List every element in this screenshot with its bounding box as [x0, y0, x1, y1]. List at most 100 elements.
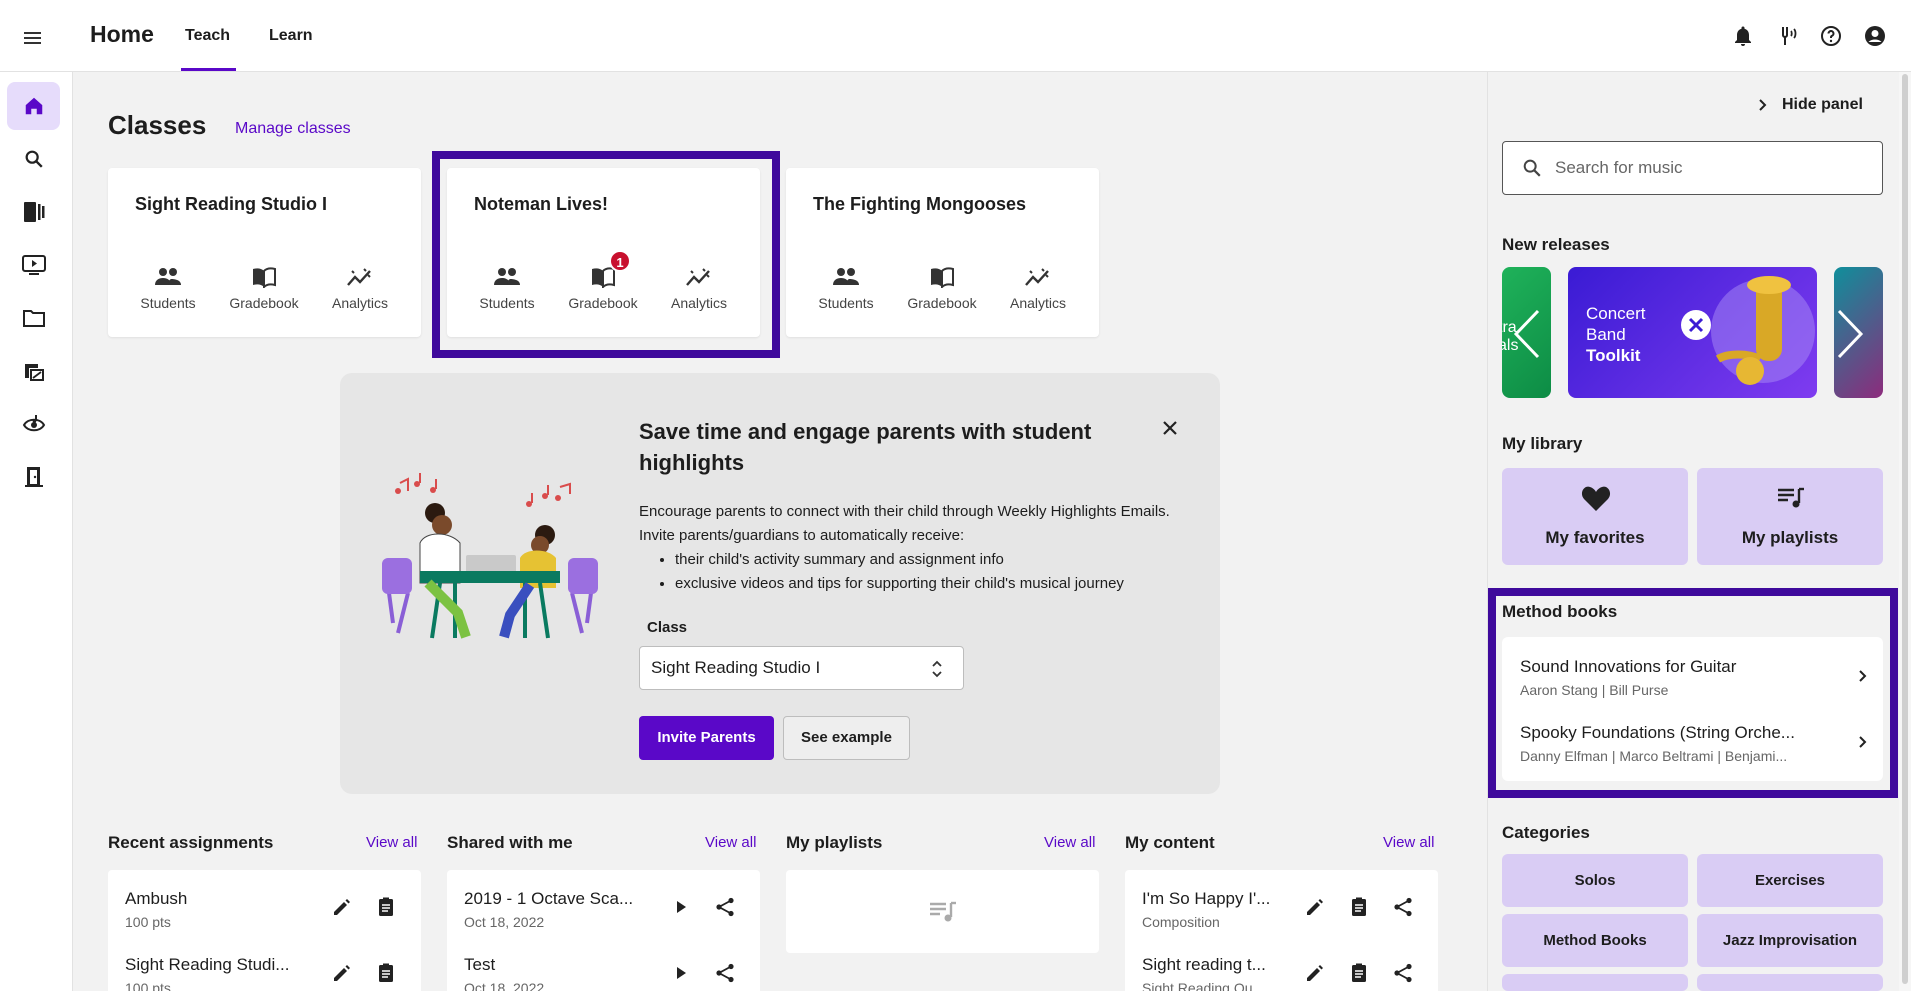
gradebook-icon — [894, 263, 990, 291]
my-playlists-heading: My playlists — [786, 833, 883, 852]
analytics-button[interactable]: Analytics — [312, 263, 408, 311]
list-item: exclusive videos and tips for supporting… — [675, 572, 1199, 596]
highlight-frame — [1488, 588, 1898, 798]
account-icon[interactable] — [1863, 24, 1887, 48]
shared-with-me-list: 2019 - 1 Octave Sca... Oct 18, 2022 Test… — [447, 870, 760, 991]
top-bar: Home Teach Learn — [0, 0, 1911, 72]
hamburger-menu-icon[interactable] — [21, 27, 47, 47]
see-example-button[interactable]: See example — [783, 716, 910, 760]
heart-icon — [1581, 484, 1611, 512]
gradebook-icon — [216, 263, 312, 291]
category-method-books[interactable]: Method Books — [1502, 914, 1688, 967]
category-exercises[interactable]: Exercises — [1697, 854, 1883, 907]
invite-parents-button[interactable]: Invite Parents — [639, 716, 774, 760]
class-card-sight-reading[interactable]: Sight Reading Studio I Students Gradeboo… — [108, 168, 421, 337]
folder-icon — [22, 308, 46, 328]
carousel-next-icon[interactable] — [1835, 308, 1865, 360]
manage-classes-link[interactable]: Manage classes — [235, 120, 351, 138]
rail-folder[interactable] — [7, 294, 60, 342]
help-icon[interactable] — [1819, 24, 1843, 48]
share-icon[interactable] — [1392, 962, 1414, 984]
share-icon[interactable] — [714, 896, 736, 918]
chevron-right-icon — [1758, 98, 1768, 112]
exit-icon — [23, 466, 45, 488]
rail-video[interactable] — [7, 241, 60, 289]
my-favorites-tile[interactable]: My favorites — [1502, 468, 1688, 565]
my-content-heading: My content — [1125, 833, 1215, 852]
search-input[interactable] — [1555, 156, 1855, 180]
tuning-fork-icon[interactable] — [1775, 24, 1799, 48]
clipboard-icon[interactable] — [1348, 962, 1370, 984]
shared-with-me-view-all[interactable]: View all — [705, 834, 756, 851]
panel-scrollbar[interactable] — [1899, 72, 1911, 991]
right-panel: Hide panel New releases stra tials Conce… — [1487, 72, 1911, 991]
left-navigation-rail — [0, 72, 73, 991]
class-select-label: Class — [647, 619, 688, 636]
new-releases-heading: New releases — [1502, 235, 1610, 254]
recent-assignments-view-all[interactable]: View all — [366, 834, 417, 851]
my-playlists-view-all[interactable]: View all — [1044, 834, 1095, 851]
highlight-frame — [432, 151, 780, 358]
tab-teach[interactable]: Teach — [185, 27, 230, 45]
assignment-icon — [22, 360, 46, 382]
carousel-prev-icon[interactable] — [1512, 308, 1542, 360]
scrollbar-thumb[interactable] — [1902, 74, 1908, 984]
library-icon — [22, 201, 46, 223]
class-card-fighting-mongooses[interactable]: The Fighting Mongooses Students Gradeboo… — [786, 168, 1099, 337]
music-search-field[interactable] — [1502, 141, 1883, 195]
rail-assignments[interactable] — [7, 347, 60, 395]
recent-assignments-list: Ambush 100 pts Sight Reading Studi... 10… — [108, 870, 421, 991]
analytics-icon — [990, 263, 1086, 291]
gradebook-button[interactable]: Gradebook — [216, 263, 312, 311]
edit-icon[interactable] — [331, 896, 353, 918]
category-tile-partial[interactable] — [1697, 974, 1883, 991]
my-playlists-tile[interactable]: My playlists — [1697, 468, 1883, 565]
my-content-view-all[interactable]: View all — [1383, 834, 1434, 851]
playlist-icon — [929, 900, 957, 924]
class-select[interactable]: Sight Reading Studio I — [639, 646, 964, 690]
ear-training-icon — [22, 413, 46, 435]
tab-learn[interactable]: Learn — [269, 27, 313, 45]
category-solos[interactable]: Solos — [1502, 854, 1688, 907]
promo-bullet-list: their child's activity summary and assig… — [675, 548, 1199, 596]
edit-icon[interactable] — [331, 962, 353, 984]
class-name: Sight Reading Studio I — [135, 194, 327, 214]
edit-icon[interactable] — [1304, 962, 1326, 984]
bell-icon[interactable] — [1731, 24, 1755, 48]
parents-illustration — [380, 443, 600, 643]
playlist-icon — [1776, 486, 1806, 510]
gradebook-button[interactable]: Gradebook — [894, 263, 990, 311]
students-icon — [120, 263, 216, 291]
release-card-concert-band-toolkit[interactable]: Concert Band Toolkit — [1568, 267, 1817, 398]
select-arrows-icon — [931, 659, 943, 679]
students-button[interactable]: Students — [120, 263, 216, 311]
edit-icon[interactable] — [1304, 896, 1326, 918]
close-icon[interactable] — [1160, 418, 1180, 438]
clipboard-icon[interactable] — [1348, 896, 1370, 918]
categories-heading: Categories — [1502, 823, 1590, 842]
rail-library[interactable] — [7, 188, 60, 236]
analytics-button[interactable]: Analytics — [990, 263, 1086, 311]
search-icon — [1521, 157, 1543, 179]
page-title: Home — [90, 21, 154, 47]
category-tile-partial[interactable] — [1502, 974, 1688, 991]
rail-home[interactable] — [7, 82, 60, 130]
tuba-illustration-icon — [1708, 271, 1817, 396]
parent-highlights-promo: Save time and engage parents with studen… — [340, 373, 1220, 794]
play-icon[interactable] — [670, 896, 692, 918]
clipboard-icon[interactable] — [375, 896, 397, 918]
rail-ear-training[interactable] — [7, 400, 60, 448]
promo-title: Save time and engage parents with studen… — [639, 419, 1092, 475]
category-jazz-improvisation[interactable]: Jazz Improvisation — [1697, 914, 1883, 967]
students-button[interactable]: Students — [798, 263, 894, 311]
hide-panel-button[interactable]: Hide panel — [1758, 96, 1863, 114]
play-icon[interactable] — [670, 962, 692, 984]
share-icon[interactable] — [714, 962, 736, 984]
rail-search[interactable] — [7, 135, 60, 183]
share-icon[interactable] — [1392, 896, 1414, 918]
rail-exit[interactable] — [7, 453, 60, 501]
recent-assignments-heading: Recent assignments — [108, 833, 274, 852]
class-name: The Fighting Mongooses — [813, 194, 1026, 214]
clipboard-icon[interactable] — [375, 962, 397, 984]
students-icon — [798, 263, 894, 291]
